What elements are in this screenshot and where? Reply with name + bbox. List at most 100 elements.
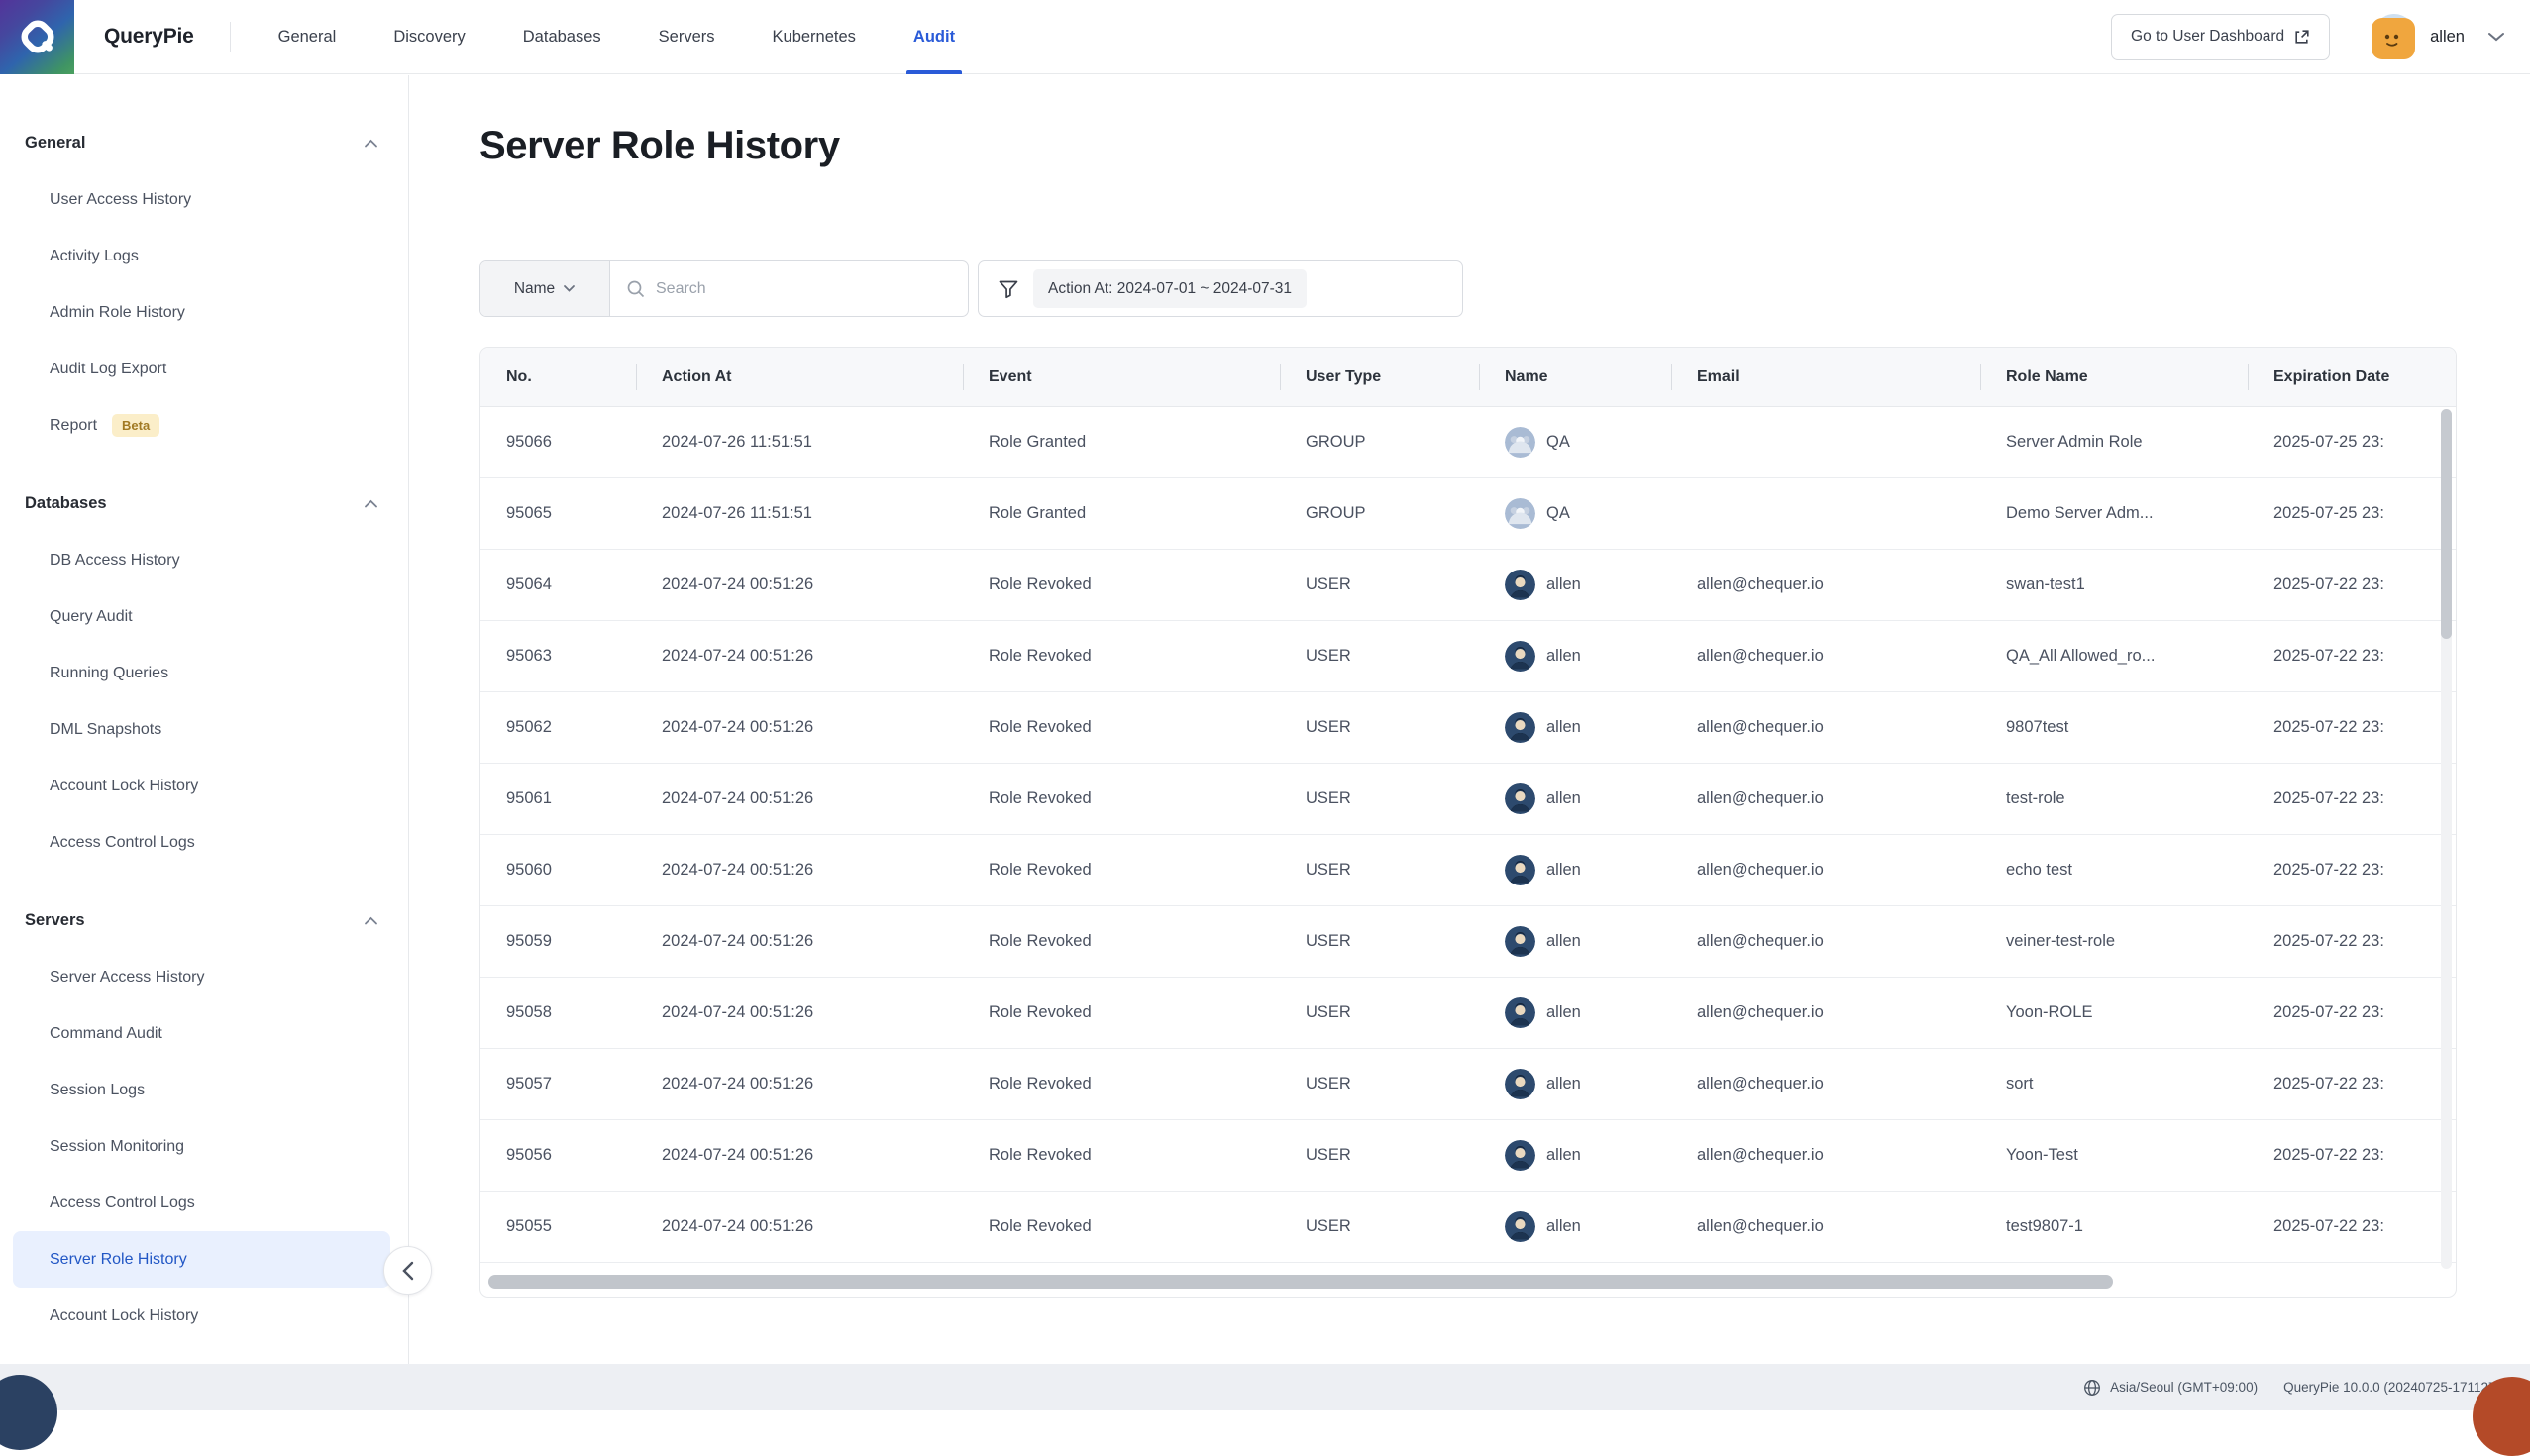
sidebar-item-access-control-logs[interactable]: Access Control Logs bbox=[13, 814, 390, 871]
sidebar-item-query-audit[interactable]: Query Audit bbox=[13, 588, 390, 645]
tab-servers[interactable]: Servers bbox=[659, 0, 715, 74]
cell-action-at: 2024-07-24 00:51:26 bbox=[636, 1049, 963, 1119]
sidebar-item-server-role-history[interactable]: Server Role History bbox=[13, 1231, 390, 1288]
user-avatar bbox=[1505, 570, 1546, 600]
cell-role-name: Demo Server Adm... bbox=[1980, 478, 2248, 549]
table-row[interactable]: 950642024-07-24 00:51:26Role RevokedUSER… bbox=[480, 550, 2456, 621]
table-row[interactable]: 950572024-07-24 00:51:26Role RevokedUSER… bbox=[480, 1049, 2456, 1120]
cell-action-at: 2024-07-24 00:51:26 bbox=[636, 835, 963, 905]
table-row[interactable]: 950592024-07-24 00:51:26Role RevokedUSER… bbox=[480, 906, 2456, 978]
search-input[interactable] bbox=[656, 280, 952, 298]
sidebar-item-command-audit[interactable]: Command Audit bbox=[13, 1005, 390, 1062]
cell-email: allen@chequer.io bbox=[1671, 692, 1980, 763]
table-row[interactable]: 950552024-07-24 00:51:26Role RevokedUSER… bbox=[480, 1192, 2456, 1263]
sidebar-item-user-access-history[interactable]: User Access History bbox=[13, 171, 390, 228]
cell-role-name: sort bbox=[1980, 1049, 2248, 1119]
user-avatar bbox=[1505, 997, 1546, 1028]
column-header-action-at: Action At bbox=[636, 348, 963, 406]
cell-no-: 95064 bbox=[480, 550, 636, 620]
user-menu[interactable]: allen bbox=[2372, 14, 2506, 59]
page-title: Server Role History bbox=[479, 124, 840, 168]
search-field-dropdown[interactable]: Name bbox=[480, 261, 610, 316]
cell-role-name: test9807-1 bbox=[1980, 1192, 2248, 1262]
sidebar-item-audit-log-export[interactable]: Audit Log Export bbox=[13, 341, 390, 397]
user-name-cell: allen bbox=[1479, 1120, 1671, 1191]
table-row[interactable]: 950602024-07-24 00:51:26Role RevokedUSER… bbox=[480, 835, 2456, 906]
cell-action-at: 2024-07-24 00:51:26 bbox=[636, 621, 963, 691]
user-avatar bbox=[1505, 1140, 1546, 1171]
cell-expiration-date: 2025-07-22 23: bbox=[2248, 1192, 2457, 1262]
cell-expiration-date: 2025-07-22 23: bbox=[2248, 906, 2457, 977]
sidebar-item-dml-snapshots[interactable]: DML Snapshots bbox=[13, 701, 390, 758]
cell-expiration-date: 2025-07-22 23: bbox=[2248, 550, 2457, 620]
sidebar-section-general[interactable]: General bbox=[0, 114, 408, 171]
sidebar-item-activity-logs[interactable]: Activity Logs bbox=[13, 228, 390, 284]
sidebar-item-server-access-history[interactable]: Server Access History bbox=[13, 949, 390, 1005]
cell-no-: 95058 bbox=[480, 978, 636, 1048]
filter-funnel-icon bbox=[998, 278, 1019, 300]
cell-user-type: USER bbox=[1280, 1049, 1479, 1119]
sidebar-section-databases[interactable]: Databases bbox=[0, 474, 408, 532]
search-control: Name bbox=[479, 260, 969, 317]
cell-event: Role Revoked bbox=[963, 835, 1280, 905]
table-row[interactable]: 950632024-07-24 00:51:26Role RevokedUSER… bbox=[480, 621, 2456, 692]
user-avatar bbox=[1505, 1211, 1546, 1242]
sidebar-collapse-button[interactable] bbox=[383, 1246, 432, 1295]
cell-action-at: 2024-07-24 00:51:26 bbox=[636, 550, 963, 620]
chevron-up-icon bbox=[364, 499, 378, 508]
cell-expiration-date: 2025-07-22 23: bbox=[2248, 764, 2457, 834]
table-row[interactable]: 950662024-07-26 11:51:51Role GrantedGROU… bbox=[480, 407, 2456, 478]
sidebar-section-servers[interactable]: Servers bbox=[0, 891, 408, 949]
table-row[interactable]: 950652024-07-26 11:51:51Role GrantedGROU… bbox=[480, 478, 2456, 550]
column-header-name: Name bbox=[1479, 348, 1671, 406]
cell-email: allen@chequer.io bbox=[1671, 1120, 1980, 1191]
tab-general[interactable]: General bbox=[278, 0, 337, 74]
cell-email bbox=[1671, 478, 1980, 549]
sidebar-item-report[interactable]: ReportBeta bbox=[13, 397, 390, 454]
user-name-cell: allen bbox=[1479, 692, 1671, 763]
user-name-cell: allen bbox=[1479, 621, 1671, 691]
cell-user-type: GROUP bbox=[1280, 407, 1479, 477]
sidebar-item-access-control-logs[interactable]: Access Control Logs bbox=[13, 1175, 390, 1231]
sidebar-item-account-lock-history[interactable]: Account Lock History bbox=[13, 1288, 390, 1344]
sidebar-item-session-monitoring[interactable]: Session Monitoring bbox=[13, 1118, 390, 1175]
external-link-icon bbox=[2293, 29, 2310, 46]
user-avatar bbox=[1505, 712, 1546, 743]
table-row[interactable]: 950622024-07-24 00:51:26Role RevokedUSER… bbox=[480, 692, 2456, 764]
cell-role-name: Server Admin Role bbox=[1980, 407, 2248, 477]
cell-user-type: GROUP bbox=[1280, 478, 1479, 549]
table-row[interactable]: 950562024-07-24 00:51:26Role RevokedUSER… bbox=[480, 1120, 2456, 1192]
cell-event: Role Revoked bbox=[963, 1192, 1280, 1262]
sidebar-item-account-lock-history[interactable]: Account Lock History bbox=[13, 758, 390, 814]
user-avatar bbox=[1505, 855, 1546, 885]
timezone-label: Asia/Seoul (GMT+09:00) bbox=[2110, 1380, 2258, 1395]
cell-no-: 95059 bbox=[480, 906, 636, 977]
user-name-cell: allen bbox=[1479, 978, 1671, 1048]
cell-expiration-date: 2025-07-22 23: bbox=[2248, 978, 2457, 1048]
tab-discovery[interactable]: Discovery bbox=[393, 0, 465, 74]
cell-no-: 95057 bbox=[480, 1049, 636, 1119]
chevron-up-icon bbox=[364, 916, 378, 925]
cell-event: Role Granted bbox=[963, 478, 1280, 549]
sidebar-item-running-queries[interactable]: Running Queries bbox=[13, 645, 390, 701]
cell-no-: 95066 bbox=[480, 407, 636, 477]
go-to-user-dashboard-button[interactable]: Go to User Dashboard bbox=[2111, 14, 2330, 60]
table-row[interactable]: 950582024-07-24 00:51:26Role RevokedUSER… bbox=[480, 978, 2456, 1049]
cell-user-type: USER bbox=[1280, 621, 1479, 691]
sidebar-item-db-access-history[interactable]: DB Access History bbox=[13, 532, 390, 588]
top-header: QueryPie GeneralDiscoveryDatabasesServer… bbox=[0, 0, 2530, 74]
cell-email bbox=[1671, 407, 1980, 477]
vertical-scrollbar[interactable] bbox=[2441, 409, 2452, 639]
cell-event: Role Revoked bbox=[963, 692, 1280, 763]
user-name-cell: allen bbox=[1479, 764, 1671, 834]
date-filter-button[interactable]: Action At: 2024-07-01 ~ 2024-07-31 bbox=[978, 260, 1463, 317]
tab-audit[interactable]: Audit bbox=[913, 0, 955, 74]
tab-kubernetes[interactable]: Kubernetes bbox=[773, 0, 856, 74]
sidebar-item-session-logs[interactable]: Session Logs bbox=[13, 1062, 390, 1118]
tab-databases[interactable]: Databases bbox=[523, 0, 601, 74]
cell-expiration-date: 2025-07-22 23: bbox=[2248, 1049, 2457, 1119]
horizontal-scrollbar[interactable] bbox=[488, 1275, 2113, 1289]
table-row[interactable]: 950612024-07-24 00:51:26Role RevokedUSER… bbox=[480, 764, 2456, 835]
sidebar-item-admin-role-history[interactable]: Admin Role History bbox=[13, 284, 390, 341]
cell-event: Role Revoked bbox=[963, 764, 1280, 834]
